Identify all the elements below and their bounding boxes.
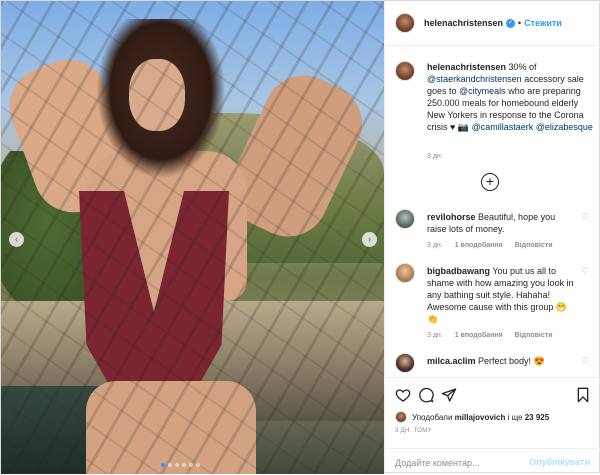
carousel-dot (189, 463, 193, 467)
liked-by-user[interactable]: millajovovich (455, 413, 506, 422)
mention-link[interactable]: @citymeals (459, 86, 506, 96)
header-separator: • (518, 18, 522, 28)
comment-username[interactable]: milca.aclim (427, 356, 476, 366)
comment-username[interactable]: revilohorse (427, 212, 476, 222)
avatar[interactable] (395, 263, 415, 283)
carousel-dot (161, 463, 165, 467)
carousel-dot (182, 463, 186, 467)
comment-input[interactable] (395, 455, 535, 471)
liked-by: Уподобали millajovovich і ще 23 925 (395, 411, 549, 423)
comment-likes[interactable]: 1 вподобання (455, 332, 503, 339)
verified-badge-icon: ✓ (506, 18, 516, 28)
caption-time: 3 дн. (427, 153, 443, 160)
comment-username[interactable]: bigbadbawang (427, 266, 490, 276)
comment-text: revilohorse Beautiful, hope you raise lo… (427, 211, 575, 235)
caption-username[interactable]: helenachristensen (427, 62, 506, 72)
post-photo[interactable]: ‹ › (1, 1, 384, 474)
post-actions: Уподобали millajovovich і ще 23 925 3 ДН… (385, 377, 600, 474)
add-comment-bar: Опублікувати (385, 448, 600, 475)
publish-button[interactable]: Опублікувати (529, 457, 590, 467)
caption-text: helenachristensen 30% of @staerkandchris… (427, 61, 593, 133)
previous-slide-button[interactable]: ‹ (9, 232, 24, 247)
carousel-dot (175, 463, 179, 467)
mention-link[interactable]: @elizabesque (536, 122, 593, 132)
avatar[interactable] (395, 353, 415, 373)
post-date[interactable]: 3 ДН. ТОМУ (395, 428, 432, 434)
carousel-indicator (161, 463, 200, 467)
mention-link[interactable]: @camillastaerk (472, 122, 534, 132)
share-icon[interactable] (441, 387, 457, 403)
comment-text: bigbadbawang You put us all to shame wit… (427, 265, 575, 325)
comment-like-heart-icon[interactable]: ♡ (581, 356, 590, 365)
comment-like-heart-icon[interactable]: ♡ (581, 266, 590, 275)
comment-meta: 3 дн. 1 вподобання Відповісти (427, 242, 563, 249)
comment-time: 3 дн. (427, 332, 443, 339)
post-sidebar: helenachristensen ✓ • Стежити helenachri… (384, 1, 600, 474)
heart-icon[interactable] (395, 387, 411, 403)
avatar[interactable] (395, 13, 415, 33)
likes-count[interactable]: 23 925 (525, 413, 549, 422)
liked-by-text: Уподобали millajovovich і ще 23 925 (412, 413, 549, 422)
photo-branch-shadows (1, 1, 384, 474)
reply-button[interactable]: Відповісти (515, 242, 553, 249)
carousel-dot (196, 463, 200, 467)
comment-body: Perfect body! 😍 (475, 356, 545, 366)
avatar[interactable] (395, 61, 415, 81)
comment-icon[interactable] (418, 387, 434, 403)
carousel-dot (168, 463, 172, 467)
author-username[interactable]: helenachristensen (424, 18, 503, 28)
post-header: helenachristensen ✓ • Стежити (385, 1, 600, 46)
caption-fragment: 30% of (506, 62, 537, 72)
comment-text: milca.aclim Perfect body! 😍 (427, 355, 575, 367)
comments-list[interactable]: helenachristensen 30% of @staerkandchris… (385, 47, 600, 377)
comment-meta: 3 дн. 1 вподобання Відповісти (427, 332, 563, 339)
avatar[interactable] (395, 209, 415, 229)
comment-like-heart-icon[interactable]: ♡ (581, 212, 590, 221)
load-more-comments-button[interactable]: + (481, 173, 499, 191)
comment-time: 3 дн. (427, 242, 443, 249)
mention-link[interactable]: @staerkandchristensen (427, 74, 522, 84)
follow-button[interactable]: Стежити (524, 18, 562, 28)
caption-body: 30% of @staerkandchristensen accessory s… (427, 62, 593, 132)
reply-button[interactable]: Відповісти (515, 332, 553, 339)
avatar[interactable] (395, 411, 407, 423)
liked-by-prefix: Уподобали (412, 412, 455, 422)
next-slide-button[interactable]: › (362, 232, 377, 247)
comment-likes[interactable]: 1 вподобання (455, 242, 503, 249)
instagram-post: ‹ › helenachristensen ✓ • Стежити helena… (0, 0, 600, 474)
bookmark-icon[interactable] (575, 387, 591, 403)
liked-by-middle: і ще (505, 412, 525, 422)
